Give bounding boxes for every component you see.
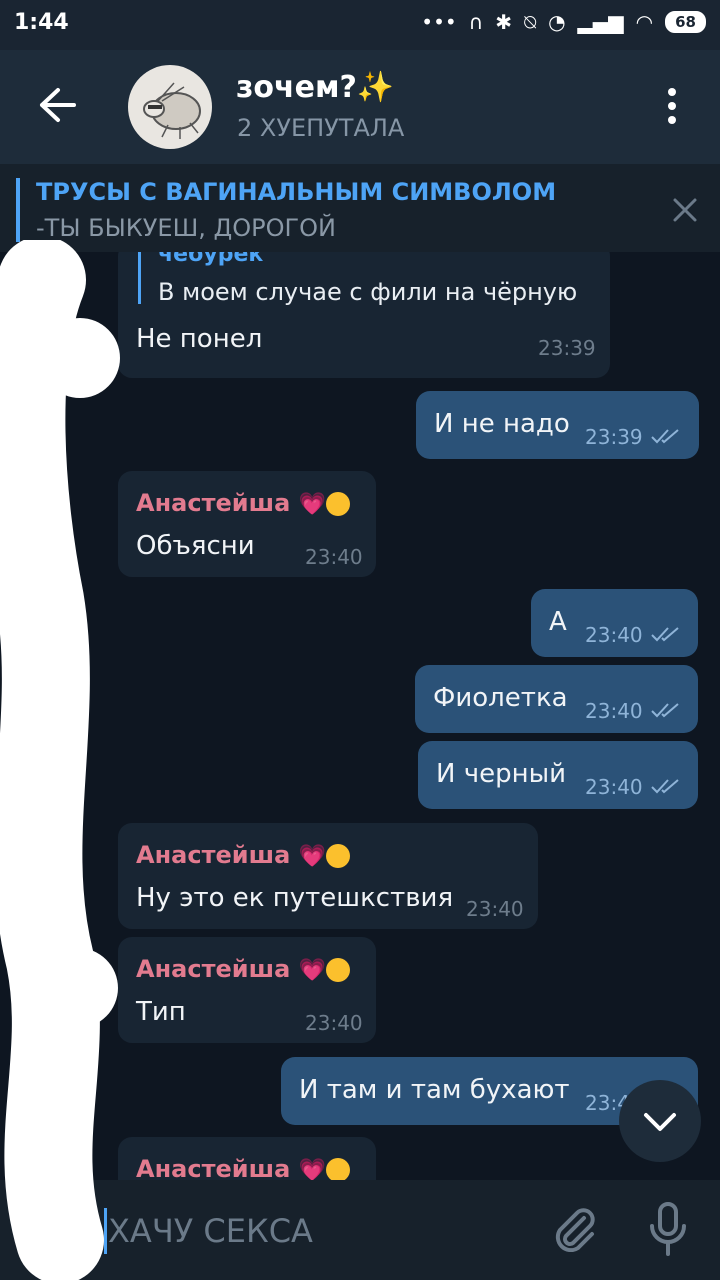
message-incoming[interactable]: Анастейша 💗 Объясни 23:40 xyxy=(118,471,376,577)
chat-members-count: 2 ХУЕПУТАЛА xyxy=(237,114,405,142)
heart-emoji-icon: 💗 xyxy=(298,1158,327,1180)
emoji-icon[interactable] xyxy=(30,1210,76,1256)
scroll-to-bottom-button[interactable] xyxy=(619,1080,701,1162)
message-outgoing[interactable]: А 23:40 xyxy=(531,589,698,657)
message-outgoing[interactable]: И не надо 23:39 xyxy=(416,391,699,459)
message-time: 23:39 xyxy=(538,336,596,360)
upside-down-face-emoji-icon xyxy=(326,844,351,868)
message-list[interactable]: чебурек В моем случае с фили на чёрную Н… xyxy=(0,252,720,1180)
chat-avatar[interactable] xyxy=(128,65,212,149)
pinned-text: -ТЫ БЫКУЕШ, ДОРОГОЙ xyxy=(36,214,336,242)
reply-text: В моем случае с фили на чёрную xyxy=(158,278,578,306)
message-sender: Анастейша 💗 xyxy=(136,489,351,517)
chat-title: зочем?✨ xyxy=(236,70,395,105)
text-cursor xyxy=(104,1208,107,1254)
status-icons: ••• ∩ ✱ ⍉ ◔ ▂▄▆ ◠ 68 xyxy=(421,10,706,34)
message-text: А xyxy=(549,607,567,637)
status-time: 1:44 xyxy=(14,10,69,35)
message-incoming[interactable]: Анастейша 💗 xyxy=(118,1137,376,1180)
bell-off-icon: ⍉ xyxy=(524,10,537,34)
message-incoming[interactable]: чебурек В моем случае с фили на чёрную Н… xyxy=(118,252,610,378)
reply-bar xyxy=(138,252,141,304)
close-icon[interactable] xyxy=(672,197,698,223)
message-time: 23:40 xyxy=(305,545,363,569)
read-checkmarks-icon xyxy=(651,627,679,642)
heart-emoji-icon: 💗 xyxy=(298,492,327,517)
message-time: 23:39 xyxy=(585,425,643,449)
message-time: 23:40 xyxy=(585,699,643,723)
message-text: Не понел xyxy=(136,324,263,354)
message-time: 23:40 xyxy=(585,623,643,647)
message-sender: Анастейша 💗 xyxy=(136,1155,351,1180)
message-incoming[interactable]: Анастейша 💗 Ну это ек путешкствия 23:40 xyxy=(118,823,538,929)
message-incoming[interactable]: Анастейша 💗 Тип 23:40 xyxy=(118,937,376,1043)
upside-down-face-emoji-icon xyxy=(326,1158,351,1180)
pinned-message[interactable]: ТРУСЫ С ВАГИНАЛЬНЫМ СИМВОЛОМ -ТЫ БЫКУЕШ,… xyxy=(0,164,720,252)
reply-sender: чебурек xyxy=(158,252,264,267)
more-dots-icon: ••• xyxy=(421,10,457,34)
read-checkmarks-icon xyxy=(651,779,679,794)
microphone-icon[interactable] xyxy=(648,1202,688,1256)
headphones-icon: ∩ xyxy=(468,10,484,34)
message-outgoing[interactable]: Фиолетка 23:40 xyxy=(415,665,698,733)
message-text: И не надо xyxy=(434,409,570,439)
message-time: 23:40 xyxy=(466,897,524,921)
status-bar: 1:44 ••• ∩ ✱ ⍉ ◔ ▂▄▆ ◠ 68 xyxy=(0,0,720,50)
message-text: Объясни xyxy=(136,531,255,561)
more-vertical-icon[interactable] xyxy=(662,88,682,128)
bluetooth-icon: ✱ xyxy=(495,10,513,34)
message-text: И там и там бухают xyxy=(299,1075,570,1105)
bug-drawing-icon xyxy=(143,82,201,139)
message-text: И черный xyxy=(436,759,566,789)
alarm-icon: ◔ xyxy=(548,10,566,34)
chat-header: зочем?✨ 2 ХУЕПУТАЛА xyxy=(0,50,720,164)
message-time: 23:40 xyxy=(585,775,643,799)
message-sender: Анастейша 💗 xyxy=(136,841,351,869)
upside-down-face-emoji-icon xyxy=(326,492,351,516)
read-checkmarks-icon xyxy=(651,703,679,718)
battery-indicator: 68 xyxy=(665,11,706,33)
heart-emoji-icon: 💗 xyxy=(298,844,327,869)
pinned-bar xyxy=(16,178,20,242)
upside-down-face-emoji-icon xyxy=(326,958,351,982)
wifi-icon: ◠ xyxy=(635,10,654,34)
chevron-down-icon xyxy=(644,1113,676,1131)
message-text: Фиолетка xyxy=(433,683,568,713)
message-time: 23:40 xyxy=(305,1011,363,1035)
message-text: Тип xyxy=(136,997,186,1027)
heart-emoji-icon: 💗 xyxy=(298,958,327,983)
message-outgoing[interactable]: И черный 23:40 xyxy=(418,741,698,809)
message-input[interactable]: ХАЧУ СЕКСА xyxy=(108,1212,313,1250)
read-checkmarks-icon xyxy=(651,429,679,444)
back-arrow-icon[interactable] xyxy=(36,84,78,126)
message-sender: Анастейша 💗 xyxy=(136,955,351,983)
signal-icon: ▂▄▆ xyxy=(577,10,624,34)
message-text: Ну это ек путешкствия xyxy=(136,883,454,913)
paperclip-icon[interactable] xyxy=(550,1204,598,1252)
pinned-title: ТРУСЫ С ВАГИНАЛЬНЫМ СИМВОЛОМ xyxy=(36,178,557,206)
